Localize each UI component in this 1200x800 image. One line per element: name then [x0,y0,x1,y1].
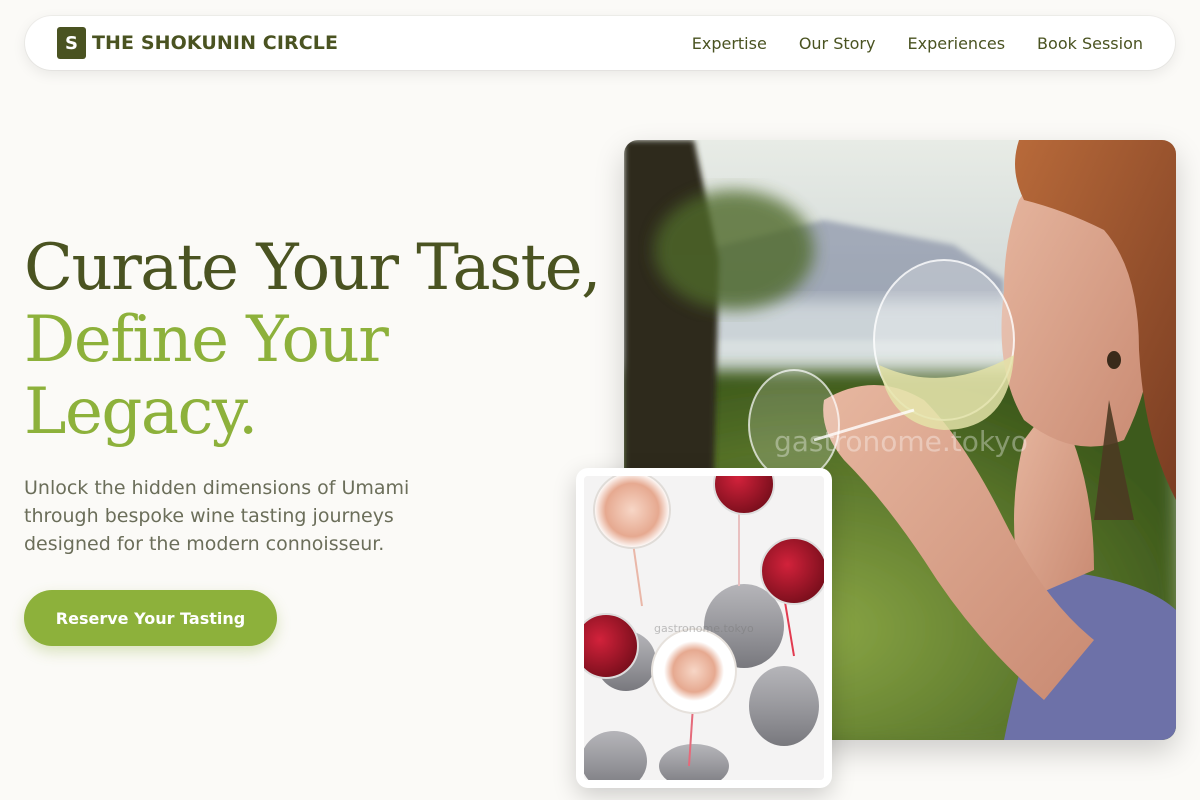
headline-line-2: Define Your [24,303,389,377]
wine-glasses-illustration [584,476,824,780]
brand-name: THE SHOKUNIN CIRCLE [92,32,339,54]
reserve-tasting-button[interactable]: Reserve Your Tasting [24,590,277,646]
top-navbar: S THE SHOKUNIN CIRCLE Expertise Our Stor… [25,16,1175,70]
brand-logo[interactable]: S THE SHOKUNIN CIRCLE [57,27,338,59]
nav-link-expertise[interactable]: Expertise [692,34,767,53]
wine-glasses-overhead-photo: gastronome.tokyo [584,476,824,780]
wine-glasses-photo-card: gastronome.tokyo [576,468,832,788]
nav-link-book-session[interactable]: Book Session [1037,34,1143,53]
hero-subtext: Unlock the hidden dimensions of Umami th… [24,477,410,555]
brand-mark-icon: S [57,27,86,59]
nav-link-our-story[interactable]: Our Story [799,34,876,53]
nav-link-experiences[interactable]: Experiences [907,34,1005,53]
headline-line-1: Curate Your Taste, [24,231,601,305]
hero-headline: Curate Your Taste, Define Your Legacy. [24,231,601,449]
nav-links: Expertise Our Story Experiences Book Ses… [692,34,1143,53]
headline-line-3: Legacy. [24,375,258,449]
